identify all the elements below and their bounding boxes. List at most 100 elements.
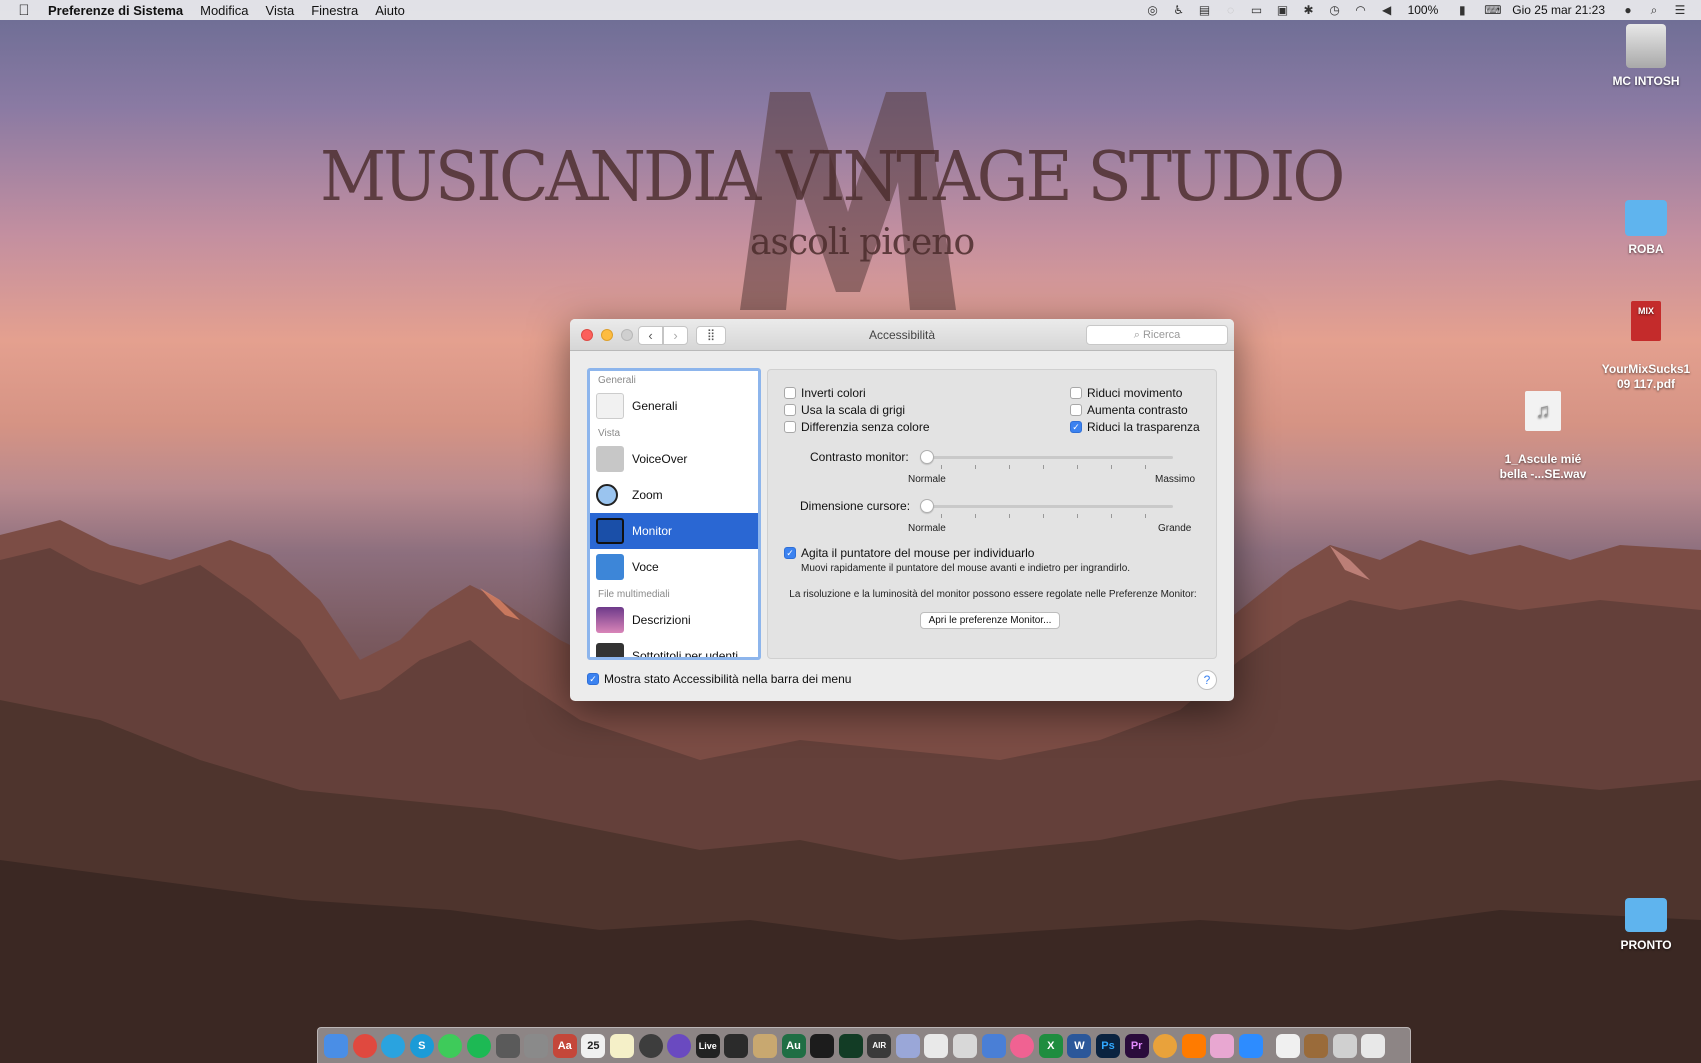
dictionary-icon[interactable]: Aa [552, 1033, 577, 1058]
sidebar[interactable]: Generali Generali Vista VoiceOver Zoom M… [587, 368, 761, 660]
slider-tick [941, 465, 942, 469]
help-button[interactable]: ? [1197, 670, 1217, 690]
open-display-prefs-button[interactable]: Apri le preferenze Monitor... [920, 612, 1060, 629]
itunes-icon[interactable] [1010, 1033, 1035, 1058]
increase-contrast-checkbox[interactable]: Aumenta contrasto [1070, 403, 1188, 417]
cursor-slider-track[interactable] [923, 505, 1173, 508]
meter-icon[interactable] [810, 1033, 835, 1058]
contrast-slider-track[interactable] [923, 456, 1173, 459]
sidebar-section-file-multimediali: File multimediali [598, 589, 670, 600]
slider-tick [1145, 465, 1146, 469]
slider-tick [1111, 465, 1112, 469]
menubar-clock[interactable]: Gio 25 mar 21:23 [1512, 3, 1605, 17]
screen-sharing-icon[interactable] [981, 1033, 1006, 1058]
battery-percent[interactable]: 100% [1408, 3, 1439, 17]
sidebar-item-monitor[interactable]: Monitor [590, 513, 758, 549]
differentiate-checkbox[interactable]: Differenzia senza colore [784, 420, 930, 434]
desktop-icon-pronto[interactable]: PRONTO [1591, 898, 1701, 953]
photoshop-icon[interactable]: Ps [1096, 1033, 1121, 1058]
desktop-icon-wav[interactable]: ♫ 1_Ascule mié bella -...SE.wav [1488, 376, 1598, 482]
downloads-stack-icon[interactable] [1304, 1033, 1329, 1058]
midi-icon[interactable] [838, 1033, 863, 1058]
checkbox-checkmark-icon: ✓ [587, 673, 599, 685]
volume-icon[interactable]: ◀ [1380, 4, 1394, 16]
desktop-icon-mc-intosh[interactable]: MC INTOSH [1591, 24, 1701, 89]
quicktime-icon[interactable] [638, 1033, 663, 1058]
contrast-slider-knob[interactable] [920, 450, 934, 464]
spotify-icon[interactable] [466, 1033, 491, 1058]
slider-tick [1043, 465, 1044, 469]
title-bar[interactable]: ‹ › ⣿ Accessibilità ⌕ Ricerca [570, 319, 1234, 351]
search-input[interactable]: ⌕ Ricerca [1086, 325, 1228, 345]
keyboard-icon[interactable]: ⌨ [1484, 4, 1501, 16]
cursor-slider-knob[interactable] [920, 499, 934, 513]
drive-icon[interactable]: ▤ [1198, 4, 1212, 16]
stack-icon[interactable] [1332, 1033, 1357, 1058]
airplay-icon[interactable]: ▭ [1250, 4, 1264, 16]
document-icon[interactable] [1275, 1033, 1300, 1058]
finder-icon[interactable] [324, 1033, 348, 1058]
display-icon[interactable]: ▣ [1276, 4, 1290, 16]
notes-icon[interactable] [609, 1033, 634, 1058]
display-note: La risoluzione e la luminosità del monit… [789, 589, 1197, 600]
audition-icon[interactable]: Au [781, 1033, 806, 1058]
show-accessibility-status-checkbox[interactable]: ✓ Mostra stato Accessibilità nella barra … [587, 672, 851, 686]
sidebar-item-sottotitoli[interactable]: Sottotitoli per udenti [590, 638, 758, 657]
invert-colors-checkbox[interactable]: Inverti colori [784, 386, 866, 400]
menu-finestra[interactable]: Finestra [311, 3, 358, 18]
sidebar-item-descrizioni[interactable]: Descrizioni [590, 602, 758, 638]
desktop-icon-pdf[interactable]: MIX YourMixSucks1 09 117.pdf [1591, 286, 1701, 392]
slider-tick [975, 514, 976, 518]
word-icon[interactable]: W [1067, 1033, 1092, 1058]
waveform-icon[interactable] [724, 1033, 749, 1058]
photos-icon[interactable] [1153, 1033, 1178, 1058]
sidebar-item-voce[interactable]: Voce [590, 549, 758, 585]
reduce-motion-checkbox[interactable]: Riduci movimento [1070, 386, 1182, 400]
premiere-icon[interactable]: Pr [1124, 1033, 1149, 1058]
battery-icon[interactable]: ▮ [1452, 4, 1472, 16]
zoom-app-icon[interactable] [1239, 1033, 1263, 1058]
chrome-icon[interactable] [352, 1033, 377, 1058]
reduce-transparency-checkbox[interactable]: ✓ Riduci la trasparenza [1070, 420, 1200, 434]
utility-icon[interactable] [524, 1033, 549, 1058]
time-machine-icon[interactable]: ◷ [1328, 4, 1342, 16]
ableton-live-icon[interactable]: Live [695, 1033, 720, 1058]
contrast-min-label: Normale [908, 474, 946, 485]
sidebar-item-zoom[interactable]: Zoom [590, 477, 758, 513]
disabled-icon[interactable]: ◌ [1224, 4, 1238, 16]
shake-pointer-checkbox[interactable]: ✓ Agita il puntatore del mouse per indivi… [784, 546, 1034, 560]
sidebar-item-voiceover[interactable]: VoiceOver [590, 441, 758, 477]
menu-aiuto[interactable]: Aiuto [375, 3, 405, 18]
sign-icon[interactable] [895, 1033, 920, 1058]
wifi-icon[interactable]: ◠ [1354, 4, 1368, 16]
telegram-icon[interactable] [381, 1033, 406, 1058]
siri-icon[interactable]: ● [1621, 4, 1635, 16]
logic-icon[interactable] [667, 1033, 692, 1058]
sidebar-item-generali[interactable]: Generali [590, 388, 758, 424]
sidebar-section-vista: Vista [598, 428, 621, 439]
calendar-icon[interactable]: 25 [581, 1033, 606, 1058]
preview-icon[interactable] [953, 1033, 978, 1058]
menu-modifica[interactable]: Modifica [200, 3, 248, 18]
system-preferences-icon[interactable] [495, 1033, 520, 1058]
wallpaper-subtitle: ascoli piceno [750, 222, 975, 263]
menu-app-name[interactable]: Preferenze di Sistema [48, 3, 183, 18]
textedit-icon[interactable] [924, 1033, 949, 1058]
apple-menu-icon[interactable]:  [0, 2, 48, 19]
accessibility-icon[interactable]: ♿ [1172, 4, 1186, 16]
presentation-icon[interactable] [1210, 1033, 1235, 1058]
trash-icon[interactable] [1361, 1033, 1386, 1058]
grayscale-checkbox[interactable]: Usa la scala di grigi [784, 403, 905, 417]
air-icon[interactable]: AIR [867, 1033, 892, 1058]
spotlight-icon[interactable]: ⌕ [1647, 4, 1661, 16]
excel-icon[interactable]: X [1038, 1033, 1063, 1058]
vlc-icon[interactable] [1181, 1033, 1206, 1058]
menu-vista[interactable]: Vista [266, 3, 295, 18]
archive-icon[interactable] [752, 1033, 777, 1058]
desktop-icon-roba[interactable]: ROBA [1591, 200, 1701, 257]
bluetooth-icon[interactable]: ✱ [1302, 4, 1316, 16]
whatsapp-icon[interactable] [438, 1033, 463, 1058]
notification-center-icon[interactable]: ☰ [1673, 4, 1687, 16]
skype-icon[interactable]: S [409, 1033, 434, 1058]
creative-cloud-icon[interactable]: ◎ [1146, 4, 1160, 16]
